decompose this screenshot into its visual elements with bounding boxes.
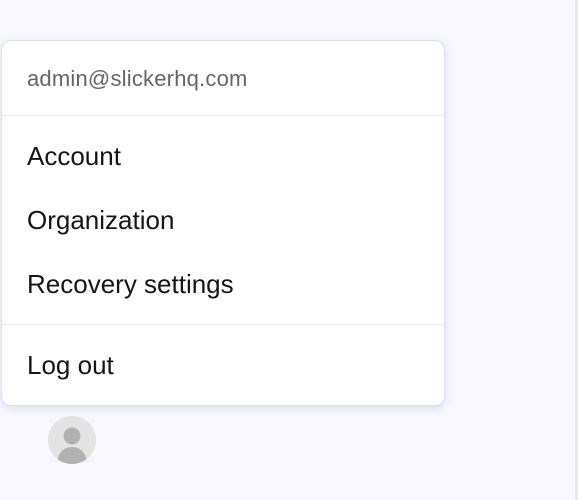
menu-item-account[interactable]: Account — [2, 124, 444, 188]
menu-section-logout: Log out — [2, 325, 444, 405]
menu-item-organization[interactable]: Organization — [2, 188, 444, 252]
menu-item-recovery-settings[interactable]: Recovery settings — [2, 252, 444, 316]
user-menu-dropdown: admin@slickerhq.com Account Organization… — [1, 40, 445, 406]
avatar[interactable] — [48, 416, 96, 464]
user-silhouette-icon — [57, 427, 87, 464]
user-email: admin@slickerhq.com — [27, 66, 248, 91]
menu-section-main: Account Organization Recovery settings — [2, 116, 444, 324]
menu-item-log-out[interactable]: Log out — [2, 333, 444, 397]
